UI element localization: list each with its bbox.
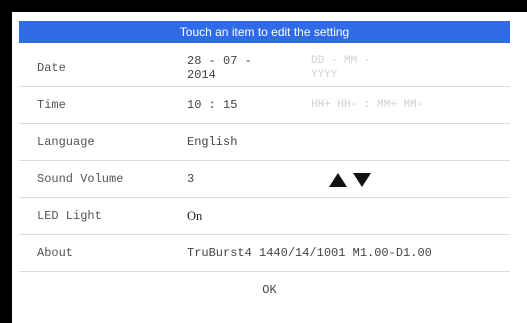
setting-label-date: Date — [37, 61, 66, 75]
setting-label-time: Time — [37, 98, 66, 112]
setting-row-sound-volume[interactable]: Sound Volume 3 — [19, 161, 510, 198]
ok-button[interactable]: OK — [12, 283, 527, 297]
led-light-value: On — [187, 209, 203, 223]
date-value-line2: 2014 — [187, 68, 216, 82]
language-value: English — [187, 135, 238, 149]
volume-up-icon[interactable] — [329, 173, 347, 187]
setting-row-date[interactable]: Date 28 - 07 - 2014 DD - MM - YYYY — [19, 50, 510, 87]
setting-row-led-light[interactable]: LED Light On — [19, 198, 510, 235]
time-value: 10 : 15 — [187, 98, 238, 112]
setting-label-led-light: LED Light — [37, 209, 102, 223]
settings-list: Date 28 - 07 - 2014 DD - MM - YYYY Time … — [19, 50, 510, 272]
setting-row-time[interactable]: Time 10 : 15 HH+ HH- : MM+ MM- — [19, 87, 510, 124]
setting-label-language: Language — [37, 135, 95, 149]
date-value-line1: 28 - 07 - — [187, 54, 252, 68]
about-value: TruBurst4 1440/14/1001 M1.00-D1.00 — [187, 246, 432, 260]
date-hint-line2: YYYY — [311, 69, 338, 81]
volume-arrows — [329, 171, 371, 189]
instruction-banner: Touch an item to edit the setting — [19, 21, 510, 43]
date-hint-line1: DD - MM - — [311, 55, 371, 67]
setting-row-about[interactable]: About TruBurst4 1440/14/1001 M1.00-D1.00 — [19, 235, 510, 272]
date-value: 28 - 07 - 2014 — [187, 54, 252, 86]
sound-volume-value: 3 — [187, 172, 195, 186]
setting-label-about: About — [37, 246, 74, 260]
setting-row-language[interactable]: Language English — [19, 124, 510, 161]
time-format-hint: HH+ HH- : MM+ MM- — [311, 99, 424, 111]
volume-down-icon[interactable] — [353, 173, 371, 187]
date-format-hint: DD - MM - YYYY — [311, 54, 370, 90]
setting-label-sound-volume: Sound Volume — [37, 172, 124, 186]
